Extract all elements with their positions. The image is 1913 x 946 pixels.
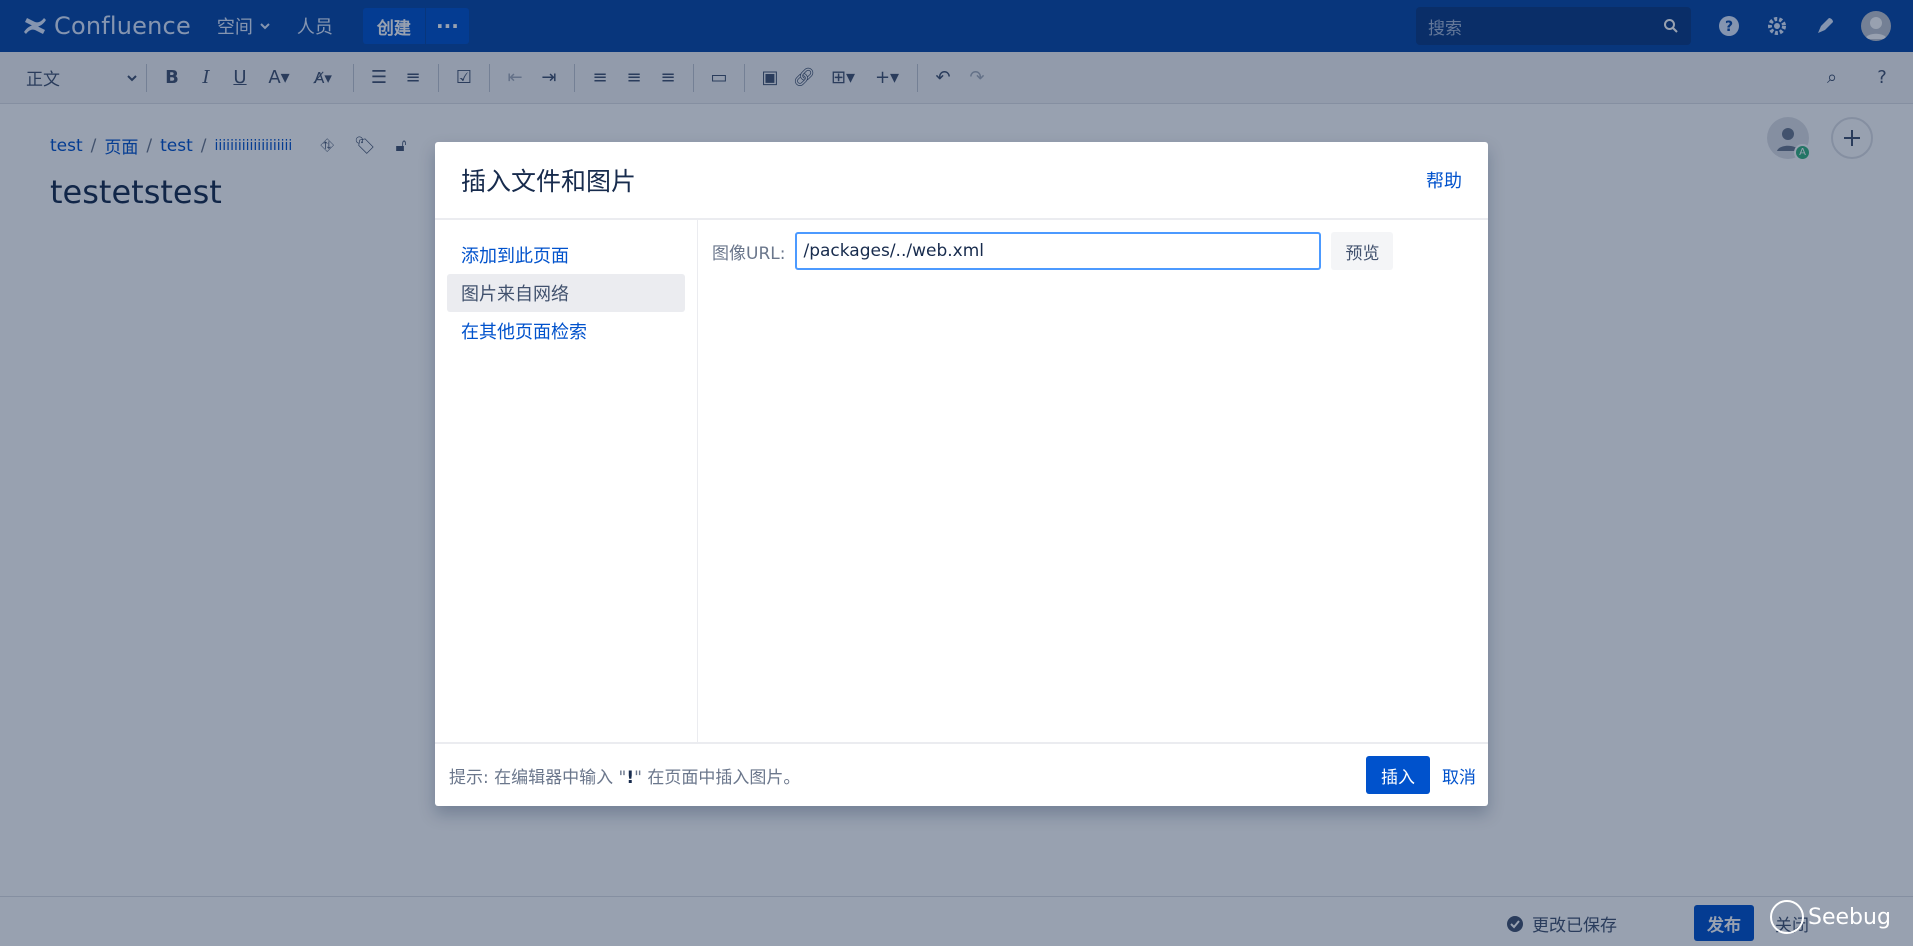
- image-url-label: 图像URL:: [712, 243, 786, 264]
- cancel-button[interactable]: 取消: [1442, 763, 1476, 788]
- hint-suffix: " 在页面中插入图片。: [634, 767, 801, 788]
- watermark-text: Seebug: [1808, 904, 1891, 930]
- dialog-nav: 添加到此页面 图片来自网络 在其他页面检索: [435, 220, 698, 742]
- insert-button[interactable]: 插入: [1366, 756, 1430, 794]
- nav-web-image[interactable]: 图片来自网络: [447, 274, 685, 312]
- seebug-watermark: Seebug: [1770, 900, 1891, 934]
- hint-prefix: 提示: 在编辑器中输入 ": [449, 767, 627, 788]
- image-url-input[interactable]: [795, 232, 1322, 270]
- dialog-hint: 提示: 在编辑器中输入 "!" 在页面中插入图片。: [449, 763, 800, 788]
- preview-button[interactable]: 预览: [1331, 232, 1394, 270]
- dialog-main-panel: 图像URL: 预览: [698, 220, 1488, 742]
- nav-search-other-pages[interactable]: 在其他页面检索: [447, 312, 685, 350]
- dialog-title: 插入文件和图片: [461, 167, 637, 196]
- hint-key: !: [626, 767, 635, 788]
- watermark-logo-icon: [1770, 900, 1804, 934]
- insert-files-images-dialog: 插入文件和图片 帮助 添加到此页面 图片来自网络 在其他页面检索 图像URL: …: [435, 142, 1488, 806]
- dialog-help-link[interactable]: 帮助: [1426, 167, 1462, 193]
- nav-attach-to-page[interactable]: 添加到此页面: [447, 236, 685, 274]
